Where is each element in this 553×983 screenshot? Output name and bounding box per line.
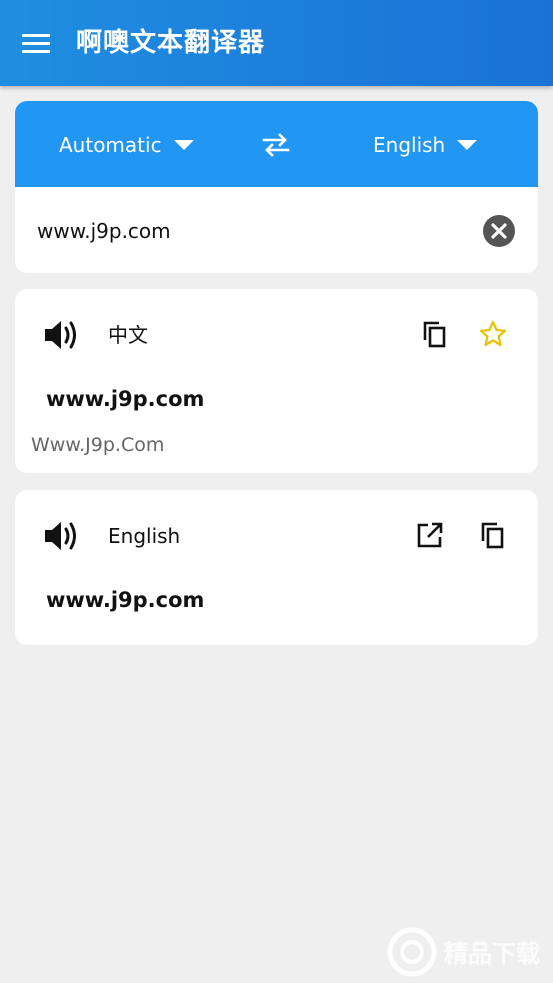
input-card: Automatic English bbox=[15, 101, 538, 273]
watermark-text: 精品下载 bbox=[444, 940, 540, 968]
clear-input-icon[interactable] bbox=[482, 214, 516, 248]
result-language-label: English bbox=[108, 524, 181, 548]
speaker-icon[interactable] bbox=[43, 317, 81, 353]
target-language-label: English bbox=[373, 133, 446, 157]
caret-down-icon bbox=[457, 140, 478, 150]
speaker-icon[interactable] bbox=[43, 518, 81, 554]
target-language-select[interactable]: English bbox=[373, 127, 478, 163]
swap-languages-icon[interactable] bbox=[261, 130, 291, 160]
result-transliteration: Www.J9p.Com bbox=[31, 434, 165, 456]
app-bar: 啊噢文本翻译器 bbox=[0, 0, 553, 86]
input-row bbox=[15, 187, 538, 273]
star-icon[interactable] bbox=[478, 319, 508, 349]
result-card-chinese: 中文 www.j9p.com Www.J9p.Com bbox=[15, 289, 538, 473]
caret-down-icon bbox=[173, 140, 194, 150]
watermark-logo: 精品下载 bbox=[387, 927, 540, 977]
source-text-input[interactable] bbox=[37, 211, 457, 251]
open-external-icon[interactable] bbox=[415, 520, 445, 550]
source-language-label: Automatic bbox=[59, 133, 162, 157]
copy-icon[interactable] bbox=[478, 520, 508, 550]
result-text: www.j9p.com bbox=[46, 387, 205, 411]
result-language-label: 中文 bbox=[108, 323, 148, 347]
result-card-english: English www.j9p.com bbox=[15, 490, 538, 645]
language-bar: Automatic English bbox=[15, 101, 538, 187]
result-text: www.j9p.com bbox=[46, 588, 205, 612]
app-title: 啊噢文本翻译器 bbox=[76, 28, 266, 58]
source-language-select[interactable]: Automatic bbox=[59, 127, 194, 163]
copy-icon[interactable] bbox=[420, 319, 450, 349]
menu-icon[interactable] bbox=[18, 27, 56, 59]
